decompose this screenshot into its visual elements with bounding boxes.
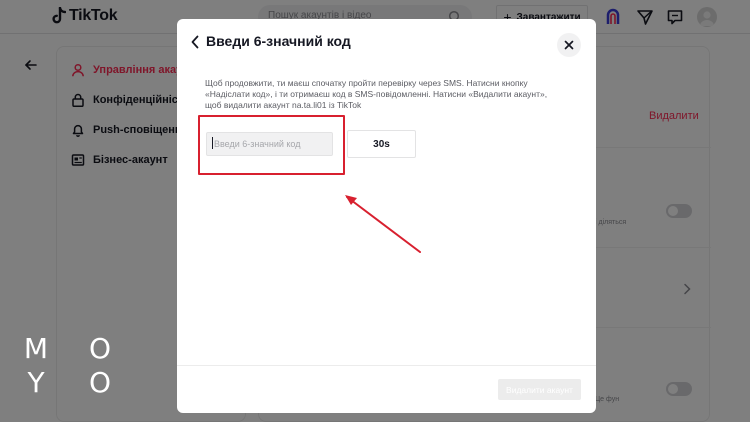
modal-title: Введи 6-значний код xyxy=(206,33,351,49)
watermark-letter: O xyxy=(88,366,112,399)
verification-modal: Введи 6-значний код Щоб продовжити, ти м… xyxy=(177,19,596,413)
verification-description: Щоб продовжити, ти маєш спочатку пройти … xyxy=(205,78,548,110)
watermark-letter: Y xyxy=(27,366,45,399)
watermark-letter: M xyxy=(23,332,49,365)
annotation-highlight-box xyxy=(198,115,345,175)
annotation-arrow-icon xyxy=(345,195,421,253)
close-button[interactable] xyxy=(557,33,581,57)
chevron-left-icon[interactable] xyxy=(190,35,200,49)
moyo-watermark: M O Y O xyxy=(20,332,116,400)
modal-footer-divider xyxy=(177,365,596,366)
delete-account-button[interactable]: Видалити акаунт xyxy=(498,379,581,400)
watermark-letter: O xyxy=(88,332,112,365)
close-icon xyxy=(564,40,574,50)
send-code-button[interactable]: 30s xyxy=(347,130,416,158)
